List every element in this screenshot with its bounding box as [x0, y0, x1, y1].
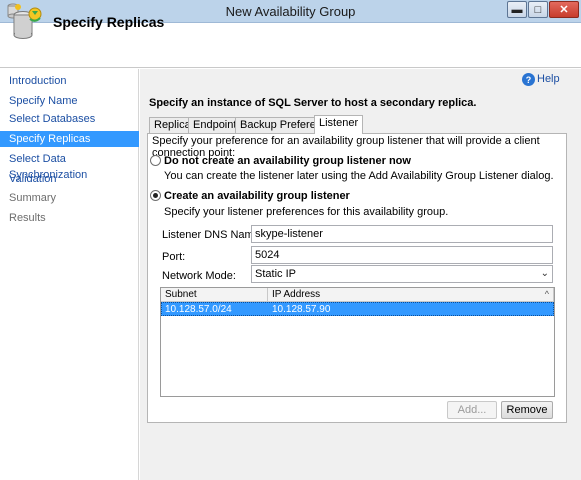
page-title: Specify Replicas [53, 14, 165, 30]
column-header-subnet[interactable]: Subnet [161, 288, 268, 302]
sidebar-item-results: Results [9, 212, 46, 224]
port-label: Port: [162, 251, 186, 263]
sidebar-item-select-data-synchronization[interactable]: Select Data Synchronization [0, 151, 139, 181]
network-mode-label: Network Mode: [162, 270, 236, 282]
remove-button[interactable]: Remove [501, 401, 553, 419]
sidebar-item-introduction[interactable]: Introduction [0, 73, 139, 89]
instruction-text: Specify an instance of SQL Server to hos… [149, 97, 477, 109]
help-link[interactable]: Help [537, 73, 560, 85]
column-header-ip-address[interactable]: IP Address ^ [268, 288, 554, 302]
help-icon[interactable]: ? [522, 73, 535, 86]
dns-name-label: Listener DNS Name: [162, 229, 263, 241]
subnet-ip-grid[interactable]: Subnet IP Address ^ 10.128.57.0/24 10.12… [160, 287, 555, 397]
maximize-button[interactable]: □ [528, 1, 548, 18]
create-listener-description: Specify your listener preferences for th… [164, 206, 449, 218]
subnet-cell: 10.128.57.0/24 [165, 304, 232, 315]
dns-name-input[interactable] [251, 225, 553, 243]
sort-caret-icon: ^ [544, 289, 549, 299]
database-replicas-icon [10, 5, 44, 41]
create-listener-label[interactable]: Create an availability group listener [164, 190, 350, 202]
table-row[interactable]: 10.128.57.0/24 10.128.57.90 [161, 302, 554, 316]
column-header-ip-address-label: IP Address [272, 289, 321, 300]
wizard-sidebar: Introduction Specify Name Select Databas… [0, 69, 139, 480]
create-listener-radio[interactable] [150, 190, 161, 201]
tab-listener[interactable]: Listener [314, 115, 364, 134]
chevron-down-icon: ⌄ [540, 268, 549, 279]
network-mode-select[interactable]: Static IP ⌄ [251, 265, 553, 283]
minimize-button[interactable]: ▬ [507, 1, 527, 18]
no-listener-description: You can create the listener later using … [164, 170, 554, 182]
close-button[interactable]: ✕ [549, 1, 579, 18]
sidebar-item-summary: Summary [9, 192, 57, 204]
no-listener-label[interactable]: Do not create an availability group list… [164, 155, 411, 167]
sidebar-item-specify-replicas[interactable]: Specify Replicas [0, 131, 139, 147]
sidebar-item-validation[interactable]: Validation [0, 171, 139, 187]
port-input[interactable] [251, 246, 553, 264]
sidebar-item-specify-name[interactable]: Specify Name [0, 93, 139, 109]
ip-address-cell: 10.128.57.90 [272, 304, 331, 315]
add-button: Add... [447, 401, 497, 419]
sidebar-item-select-databases[interactable]: Select Databases [0, 111, 139, 127]
network-mode-value: Static IP [255, 268, 296, 280]
no-listener-radio[interactable] [150, 155, 161, 166]
